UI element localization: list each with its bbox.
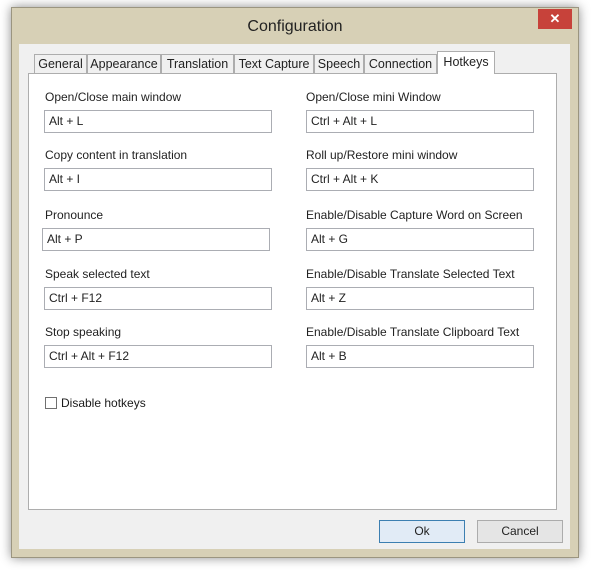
title-bar[interactable]: Configuration ✕ [12,8,578,44]
hotkey-field-translate-selected-text[interactable]: Alt + Z [306,287,534,310]
label-capture-word-on-screen: Enable/Disable Capture Word on Screen [306,208,523,222]
tab-connection[interactable]: Connection [364,54,437,73]
tab-general[interactable]: General [34,54,87,73]
hotkey-field-speak-selected-text[interactable]: Ctrl + F12 [44,287,272,310]
hotkey-field-open-close-mini-window[interactable]: Ctrl + Alt + L [306,110,534,133]
disable-hotkeys-checkbox[interactable] [45,397,57,409]
hotkey-field-pronounce[interactable]: Alt + P [42,228,270,251]
label-speak-selected-text: Speak selected text [45,267,150,281]
label-copy-content-in-translation: Copy content in translation [45,148,188,162]
configuration-window: Configuration ✕ General Appearance Trans… [11,7,579,558]
hotkey-field-capture-word-on-screen[interactable]: Alt + G [306,228,534,251]
ok-button[interactable]: Ok [379,520,465,543]
hotkey-field-stop-speaking[interactable]: Ctrl + Alt + F12 [44,345,272,368]
tab-hotkeys[interactable]: Hotkeys [437,51,495,74]
tab-translation[interactable]: Translation [161,54,234,73]
tab-speech[interactable]: Speech [314,54,364,73]
label-stop-speaking: Stop speaking [45,325,122,339]
tab-appearance[interactable]: Appearance [87,54,161,73]
hotkey-field-open-close-main-window[interactable]: Alt + L [44,110,272,133]
close-icon: ✕ [549,11,561,26]
label-pronounce: Pronounce [45,208,104,222]
close-button[interactable]: ✕ [538,9,572,29]
window-title: Configuration [247,18,343,35]
label-open-close-main-window: Open/Close main window [45,90,182,104]
hotkey-field-roll-up-restore-mini-window[interactable]: Ctrl + Alt + K [306,168,534,191]
dialog-client-area: General Appearance Translation Text Capt… [19,44,570,549]
label-roll-up-restore-mini-window: Roll up/Restore mini window [306,148,458,162]
hotkey-field-translate-clipboard-text[interactable]: Alt + B [306,345,534,368]
label-open-close-mini-window: Open/Close mini Window [306,90,441,104]
hotkey-field-copy-content-in-translation[interactable]: Alt + I [44,168,272,191]
hotkeys-panel: Open/Close main window Alt + L Copy cont… [28,73,557,510]
cancel-button[interactable]: Cancel [477,520,563,543]
tab-text-capture[interactable]: Text Capture [234,54,314,73]
label-translate-clipboard-text: Enable/Disable Translate Clipboard Text [306,325,520,339]
label-translate-selected-text: Enable/Disable Translate Selected Text [306,267,515,281]
disable-hotkeys-label: Disable hotkeys [61,396,146,410]
